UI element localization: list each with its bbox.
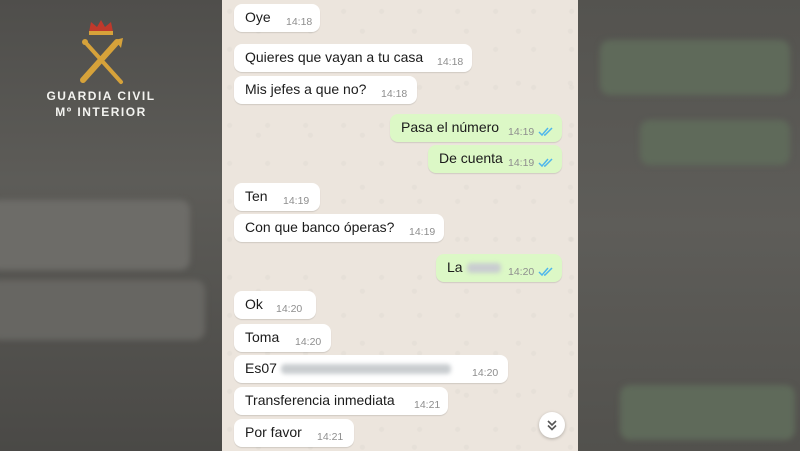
blurred-bubble xyxy=(640,120,790,165)
message-time: 14:18 xyxy=(286,16,313,28)
message-time: 14:19 xyxy=(409,226,436,238)
message-time: 14:20 xyxy=(472,367,499,379)
message-text: La xyxy=(447,259,501,275)
message-time: 14:18 xyxy=(437,56,464,68)
double-check-icon xyxy=(538,158,553,168)
message-text: Toma xyxy=(245,329,280,345)
message-bubble-incoming: Transferencia inmediata 14:21 xyxy=(234,387,448,415)
message-text: Ten xyxy=(245,188,268,204)
guardia-civil-logo: GUARDIA CIVIL Mº INTERIOR xyxy=(36,18,166,120)
message-bubble-incoming: Ten 14:19 xyxy=(234,183,320,211)
blurred-bubble xyxy=(600,40,790,95)
message-text: Pasa el número xyxy=(401,119,500,135)
chevron-double-down-icon xyxy=(547,420,557,431)
double-check-icon xyxy=(538,127,553,137)
message-text: Con que banco óperas? xyxy=(245,219,395,235)
message-time: 14:20 xyxy=(295,336,322,348)
message-text: Oye xyxy=(245,9,271,25)
message-time: 14:19 xyxy=(508,126,535,138)
message-time: 14:21 xyxy=(414,399,441,411)
scroll-to-bottom-button[interactable] xyxy=(539,412,565,438)
message-time: 14:19 xyxy=(508,157,535,169)
message-text: Ok xyxy=(245,296,263,312)
message-text: Mis jefes a que no? xyxy=(245,81,367,97)
message-bubble-outgoing: Pasa el número 14:19 xyxy=(390,114,562,142)
message-bubble-incoming: Con que banco óperas? 14:19 xyxy=(234,214,444,242)
message-bubble-outgoing: De cuenta 14:19 xyxy=(428,145,562,173)
message-bubble-incoming: Quieres que vayan a tu casa 14:18 xyxy=(234,44,472,72)
message-time: 14:21 xyxy=(317,431,344,443)
message-text: De cuenta xyxy=(439,150,503,166)
message-bubble-outgoing: La 14:20 xyxy=(436,254,562,282)
blurred-bubble xyxy=(0,280,205,340)
message-bubble-incoming: Toma 14:20 xyxy=(234,324,331,352)
message-bubble-incoming: Mis jefes a que no? 14:18 xyxy=(234,76,417,104)
message-bubble-incoming: Oye 14:18 xyxy=(234,4,320,32)
redacted-text xyxy=(280,364,451,375)
message-text: Quieres que vayan a tu casa xyxy=(245,49,424,65)
message-bubble-incoming: Por favor 14:21 xyxy=(234,419,354,447)
blurred-bubble xyxy=(0,200,190,270)
message-bubble-incoming: Es07 14:20 xyxy=(234,355,508,383)
message-text: Transferencia inmediata xyxy=(245,392,395,408)
guardia-civil-emblem-icon xyxy=(80,20,123,84)
message-bubble-incoming: Ok 14:20 xyxy=(234,291,316,319)
chat-conversation[interactable]: Oye 14:18 Quieres que vayan a tu casa 14… xyxy=(222,0,578,451)
message-time: 14:19 xyxy=(283,195,310,207)
message-text-visible: La xyxy=(447,259,463,275)
message-time: 14:20 xyxy=(276,303,303,315)
logo-text-line2: Mº INTERIOR xyxy=(55,105,147,119)
message-text: Es07 xyxy=(245,360,451,376)
blurred-bubble xyxy=(620,385,795,440)
message-text-visible: Es07 xyxy=(245,360,277,376)
logo-text-line1: GUARDIA CIVIL xyxy=(46,89,156,103)
double-check-icon xyxy=(538,267,553,277)
message-time: 14:20 xyxy=(508,266,535,278)
redacted-text xyxy=(466,263,501,274)
message-time: 14:18 xyxy=(381,88,408,100)
message-text: Por favor xyxy=(245,424,302,440)
